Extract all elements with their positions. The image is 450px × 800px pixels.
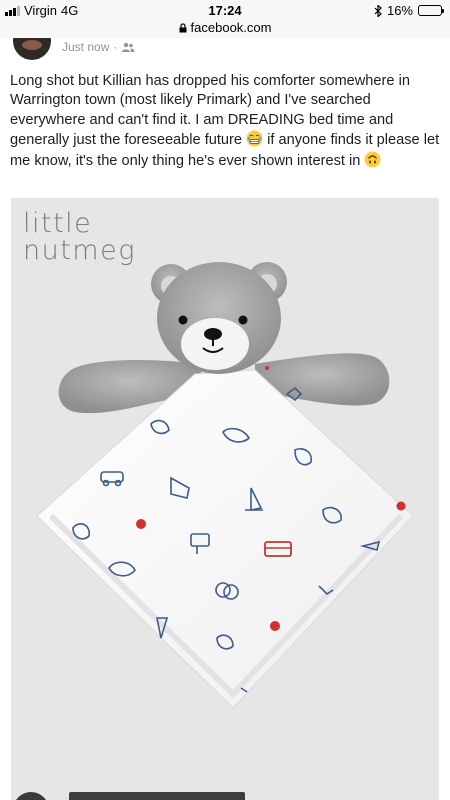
- post-meta: Just now ·: [62, 40, 135, 54]
- friends-icon: [122, 42, 135, 52]
- post-text: Long shot but Killian has dropped his co…: [10, 72, 446, 171]
- upside-down-face-emoji-icon: [364, 151, 381, 168]
- next-post-strip: [69, 792, 245, 800]
- avatar[interactable]: [13, 38, 51, 60]
- bluetooth-icon: [374, 4, 382, 17]
- meta-separator: ·: [113, 40, 118, 54]
- status-bar: Virgin 4G 17:24 16%: [0, 0, 450, 20]
- next-post-avatar[interactable]: [13, 792, 49, 800]
- grimacing-tears-emoji-icon: [246, 130, 263, 147]
- post-header: Just now ·: [0, 38, 450, 60]
- battery-icon: [418, 5, 444, 16]
- battery-percent: 16%: [386, 3, 413, 18]
- url-bar[interactable]: facebook.com: [0, 20, 450, 38]
- bear-muzzle: [181, 318, 249, 370]
- left-eye: [178, 315, 188, 325]
- comforter-illustration: [36, 262, 414, 709]
- post-timestamp[interactable]: Just now: [62, 40, 109, 54]
- next-post-peek: [0, 790, 450, 800]
- lock-icon: [179, 23, 187, 33]
- blanket: [36, 369, 414, 709]
- post-photo[interactable]: little nutmeg: [11, 198, 439, 800]
- url-domain: facebook.com: [190, 20, 272, 35]
- right-eye: [238, 315, 248, 325]
- status-right: 16%: [374, 3, 444, 18]
